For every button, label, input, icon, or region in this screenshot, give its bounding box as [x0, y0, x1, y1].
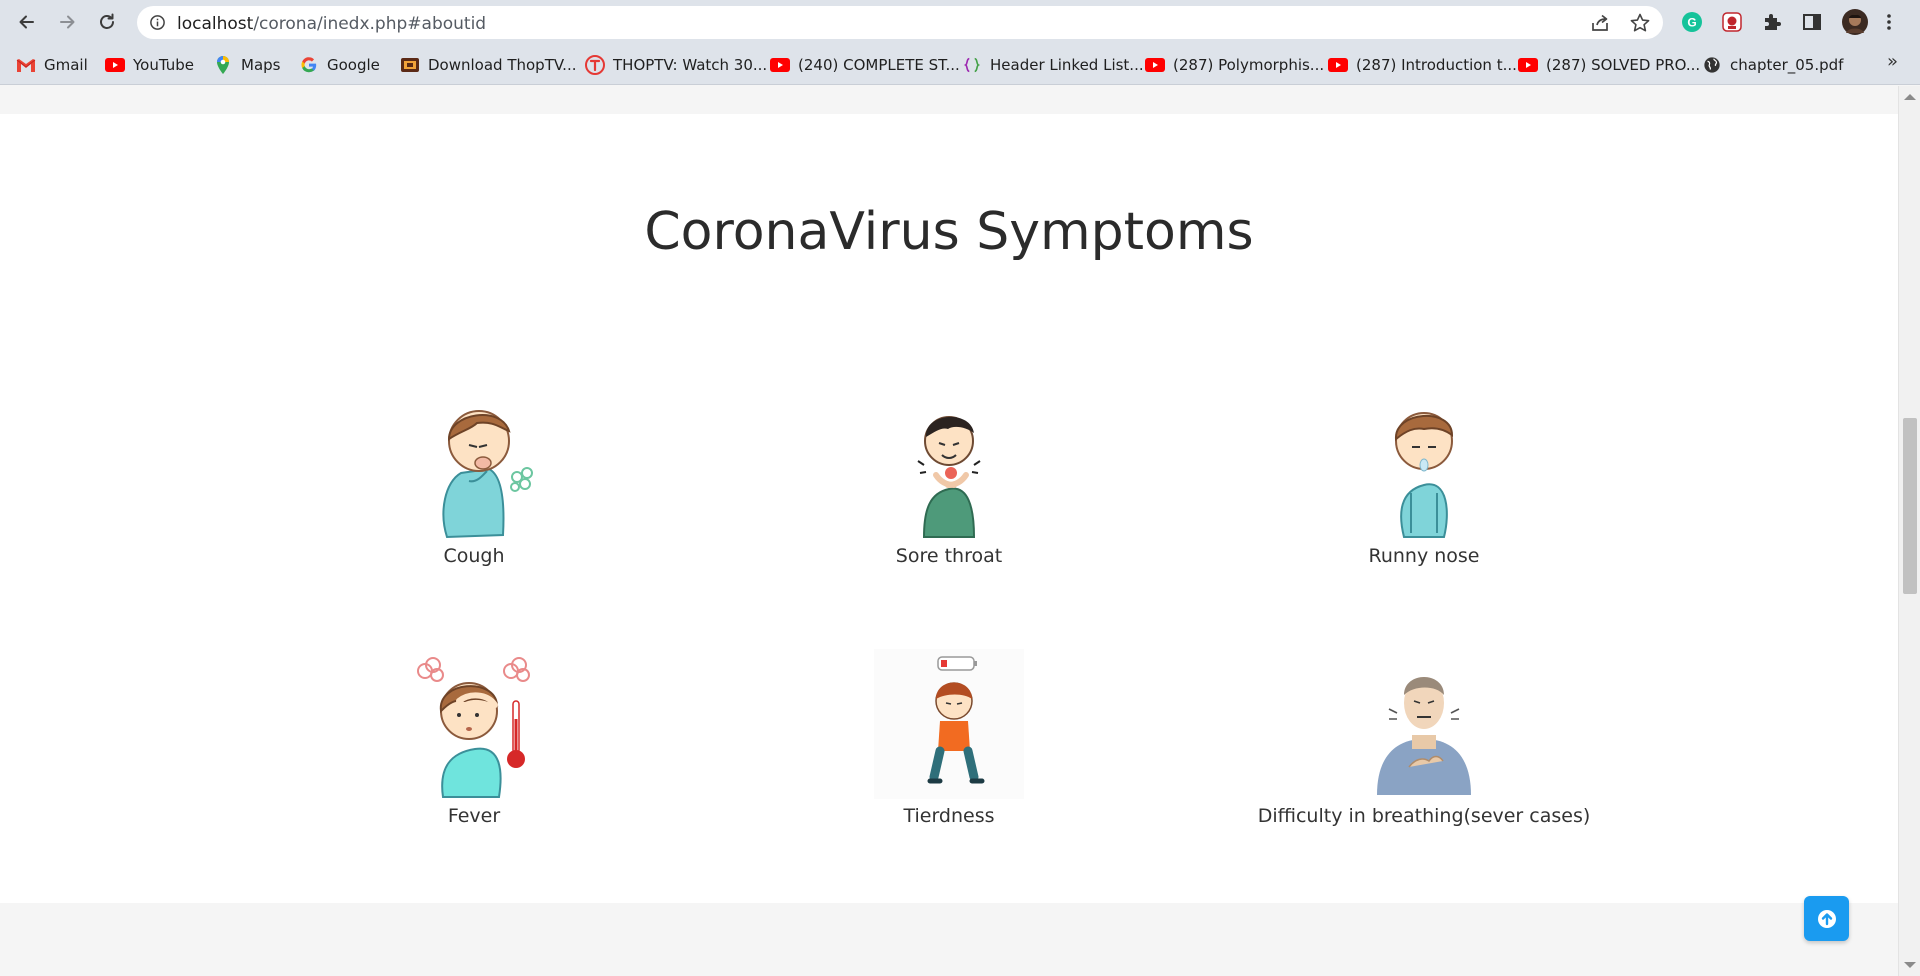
bookmark-gmail[interactable]: Gmail — [16, 53, 88, 77]
bookmark-polymorphism[interactable]: (287) Polymorphis... — [1145, 53, 1324, 77]
bookmark-label: Gmail — [44, 56, 88, 74]
bookmark-maps[interactable]: Maps — [213, 53, 280, 77]
extension-shield-icon[interactable] — [1721, 11, 1743, 33]
bookmark-introduction[interactable]: (287) Introduction t... — [1328, 53, 1517, 77]
bookmark-label: Google — [327, 56, 380, 74]
bookmark-label: YouTube — [133, 56, 194, 74]
star-icon[interactable] — [1629, 12, 1651, 34]
symptom-card-sore-throat: Sore throat — [709, 389, 1189, 567]
url-host: localhost — [177, 14, 254, 34]
runny-nose-illustration — [1394, 412, 1454, 538]
symptoms-section: CoronaVirus Symptoms Cough Sore throat R… — [0, 114, 1898, 903]
bookmark-complete-st[interactable]: (240) COMPLETE ST... — [770, 53, 960, 77]
symptom-label: Tierdness — [903, 805, 995, 827]
sore-throat-illustration — [917, 416, 981, 538]
url-path: /corona/inedx.php#aboutid — [253, 14, 487, 34]
symptom-card-cough: Cough — [234, 389, 714, 567]
arrow-right-icon — [60, 15, 75, 29]
grammarly-icon[interactable]: G — [1681, 11, 1703, 33]
thoptv-logo-icon — [585, 55, 605, 75]
scroll-down-arrow-icon[interactable] — [1904, 962, 1916, 968]
svg-text:G: G — [1687, 16, 1696, 30]
bookmark-youtube[interactable]: YouTube — [105, 53, 194, 77]
symptom-card-tiredness: Tierdness — [709, 649, 1189, 827]
bookmark-header-linked-list[interactable]: Header Linked List... — [962, 53, 1144, 77]
back-button[interactable] — [13, 8, 41, 36]
bookmark-label: (240) COMPLETE ST... — [798, 56, 960, 74]
symptom-card-difficulty-breathing: Difficulty in breathing(sever cases) — [1184, 649, 1664, 827]
bookmark-chapter-pdf[interactable]: chapter_05.pdf — [1702, 53, 1843, 77]
tiredness-illustration — [874, 649, 1024, 799]
bookmark-label: chapter_05.pdf — [1730, 56, 1844, 74]
kebab-menu-icon[interactable] — [1882, 11, 1896, 33]
bookmark-label: (287) SOLVED PRO... — [1546, 56, 1701, 74]
arrow-up-icon — [1817, 909, 1836, 928]
arrow-left-icon — [19, 15, 34, 29]
puzzle-icon[interactable] — [1761, 11, 1783, 33]
code-braces-icon — [962, 55, 982, 75]
address-bar[interactable]: localhost/corona/inedx.php#aboutid — [137, 6, 1663, 39]
youtube-icon — [105, 55, 125, 75]
bookmark-google[interactable]: Google — [299, 53, 380, 77]
scroll-up-arrow-icon[interactable] — [1904, 94, 1916, 100]
youtube-icon — [1145, 55, 1165, 75]
symptom-label: Sore throat — [895, 545, 1003, 567]
forward-button[interactable] — [53, 8, 81, 36]
thoptv-download-icon — [400, 55, 420, 75]
bookmark-solved-pro[interactable]: (287) SOLVED PRO... — [1518, 53, 1700, 77]
share-icon[interactable] — [1589, 12, 1611, 34]
bookmark-label: Download ThopTV... — [428, 56, 577, 74]
bookmark-thoptv-download[interactable]: Download ThopTV... — [400, 53, 577, 77]
section-title: CoronaVirus Symptoms — [644, 202, 1254, 262]
maps-pin-icon — [213, 55, 233, 75]
youtube-icon — [1518, 55, 1538, 75]
bookmarks-bar: Gmail YouTube Maps Google Download ThopT… — [0, 45, 1920, 85]
bookmark-label: (287) Polymorphis... — [1173, 56, 1325, 74]
url-text[interactable]: localhost/corona/inedx.php#aboutid — [177, 14, 486, 34]
reload-button[interactable] — [93, 8, 121, 36]
back-to-top-button[interactable] — [1804, 896, 1849, 941]
reload-icon — [100, 13, 114, 29]
difficulty-breathing-illustration — [1377, 677, 1471, 795]
bookmark-label: Maps — [241, 56, 281, 74]
page-viewport: CoronaVirus Symptoms Cough Sore throat R… — [0, 86, 1898, 976]
symptom-label: Difficulty in breathing(sever cases) — [1257, 805, 1591, 827]
symptom-label: Cough — [443, 545, 505, 567]
bookmark-label: (287) Introduction t... — [1356, 56, 1517, 74]
globe-icon — [1702, 55, 1722, 75]
page-scrollbar[interactable] — [1898, 86, 1920, 976]
bookmark-thoptv-watch[interactable]: THOPTV: Watch 30... — [585, 53, 767, 77]
youtube-icon — [770, 55, 790, 75]
symptom-card-runny-nose: Runny nose — [1184, 389, 1664, 567]
symptom-card-fever: Fever — [234, 649, 714, 827]
more-bookmarks-chevron-icon[interactable]: » — [1887, 51, 1898, 72]
fever-illustration — [417, 657, 530, 798]
cough-illustration — [442, 410, 533, 539]
site-info-icon[interactable] — [149, 14, 166, 31]
browser-toolbar: localhost/corona/inedx.php#aboutid G — [0, 0, 1920, 45]
youtube-icon — [1328, 55, 1348, 75]
scrollbar-thumb[interactable] — [1903, 418, 1917, 594]
google-icon — [299, 55, 319, 75]
gmail-icon — [16, 55, 36, 75]
symptom-label: Fever — [447, 805, 501, 827]
profile-avatar[interactable] — [1841, 8, 1869, 36]
side-panel-icon[interactable] — [1801, 11, 1823, 33]
bookmark-label: Header Linked List... — [990, 56, 1144, 74]
bookmark-label: THOPTV: Watch 30... — [613, 56, 768, 74]
symptom-label: Runny nose — [1368, 545, 1480, 567]
